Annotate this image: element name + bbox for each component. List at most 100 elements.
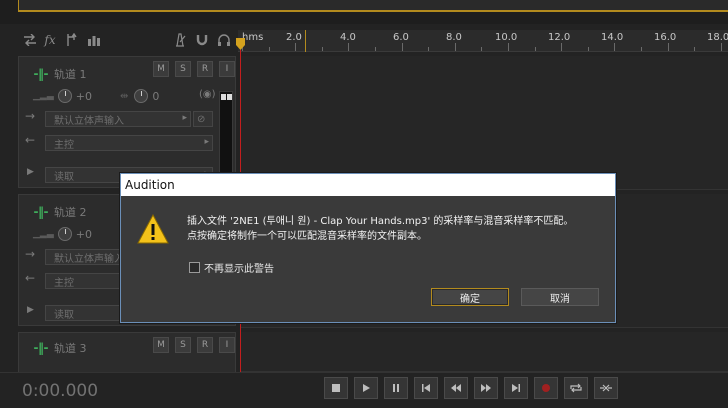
pan-knob[interactable] bbox=[134, 89, 149, 103]
headphones-icon[interactable] bbox=[214, 30, 234, 50]
stop-button[interactable] bbox=[324, 377, 348, 399]
ruler-tick: 6.0 bbox=[393, 32, 409, 43]
ruler-tickmark bbox=[694, 47, 696, 51]
output-select[interactable]: 主控 ▸ bbox=[45, 135, 213, 151]
input-select[interactable]: 默认立体声输入 ▸ bbox=[45, 111, 191, 127]
input-monitor-button[interactable]: I bbox=[219, 337, 235, 353]
ruler-unit-label: hms bbox=[242, 32, 264, 43]
go-to-start-button[interactable] bbox=[414, 377, 438, 399]
volume-knob[interactable] bbox=[57, 89, 72, 103]
play-icon bbox=[363, 384, 370, 392]
track-header-1[interactable]: ⁃‖⁃ 轨道 1 M S R I ▁▂▃ +0 ⇹ 0 (◉) → 默认立体声输… bbox=[18, 56, 236, 188]
output-arrow-icon: ← bbox=[25, 271, 36, 285]
dont-show-again-checkbox[interactable]: 不再显示此警告 bbox=[189, 260, 274, 275]
ruler-tick: 10.0 bbox=[495, 32, 518, 43]
expand-icon[interactable]: ▶ bbox=[27, 305, 34, 315]
pause-button[interactable] bbox=[384, 377, 408, 399]
input-arrow-icon: → bbox=[25, 109, 36, 123]
track-name[interactable]: 轨道 2 bbox=[54, 204, 87, 220]
input-select-value: 默认立体声输入 bbox=[54, 115, 124, 127]
track-toolbar: fx bbox=[18, 30, 236, 52]
ok-button[interactable]: 确定 bbox=[431, 288, 509, 306]
ruler-tickmark bbox=[720, 43, 722, 51]
volume-icon: ▁▂▃ bbox=[33, 91, 54, 101]
snap-icon[interactable] bbox=[192, 30, 212, 50]
track-name[interactable]: 轨道 1 bbox=[54, 66, 87, 82]
ruler-tick: 2.0 bbox=[286, 32, 302, 43]
ruler-tickmark bbox=[401, 43, 403, 51]
loop-icon bbox=[570, 383, 582, 393]
time-display: 0:00.000 bbox=[22, 381, 99, 401]
ruler-tickmark bbox=[454, 43, 456, 51]
volume-knob[interactable] bbox=[57, 227, 72, 241]
dialog-message-line2: 点按确定将制作一个可以匹配混音采样率的文件副本。 bbox=[187, 231, 427, 242]
ruler-tickmark bbox=[321, 47, 323, 51]
track-lane-1[interactable] bbox=[240, 56, 728, 190]
record-arm-button[interactable]: R bbox=[197, 337, 213, 353]
play-button[interactable] bbox=[354, 377, 378, 399]
record-arm-button[interactable]: R bbox=[197, 61, 213, 77]
record-button[interactable] bbox=[534, 377, 558, 399]
ruler-tickmark bbox=[534, 47, 536, 51]
output-select-value: 主控 bbox=[54, 139, 74, 151]
effects-icon[interactable]: fx bbox=[40, 30, 60, 50]
pan-value[interactable]: 0 bbox=[152, 90, 159, 103]
volume-value[interactable]: +0 bbox=[76, 90, 92, 103]
stereo-icon[interactable]: (◉) bbox=[199, 89, 216, 100]
output-select-value: 主控 bbox=[54, 277, 74, 289]
checkbox-label: 不再显示此警告 bbox=[204, 264, 274, 275]
input-arrow-icon: → bbox=[25, 247, 36, 261]
loop-button[interactable] bbox=[564, 377, 588, 399]
pause-icon bbox=[393, 384, 399, 392]
ruler-tickmark bbox=[375, 47, 376, 51]
ruler-tick: 18.0 bbox=[707, 32, 728, 43]
timeline-overview[interactable] bbox=[0, 0, 728, 24]
checkbox-box[interactable] bbox=[189, 262, 200, 273]
automation-mode-value: 读取 bbox=[54, 171, 74, 183]
mute-button[interactable]: M bbox=[153, 337, 169, 353]
dialog-message-line1: 插入文件 '2NE1 (투애니 원) - Clap Your Hands.mp3… bbox=[187, 216, 574, 227]
rewind-icon bbox=[451, 384, 461, 392]
input-select-value: 默认立体声输入 bbox=[54, 253, 124, 265]
volume-icon: ▁▂▃ bbox=[33, 229, 54, 239]
track-header-3[interactable]: ⁃‖⁃ 轨道 3 M S R I bbox=[18, 332, 236, 372]
skip-selection-button[interactable] bbox=[594, 377, 618, 399]
ruler-tickmark bbox=[428, 47, 430, 51]
dropdown-arrow-icon: ▸ bbox=[204, 137, 209, 147]
mute-button[interactable]: M bbox=[153, 61, 169, 77]
sends-icon[interactable] bbox=[62, 30, 82, 50]
selection-marker[interactable] bbox=[305, 30, 306, 52]
cancel-button[interactable]: 取消 bbox=[521, 288, 599, 306]
volume-value[interactable]: +0 bbox=[76, 228, 92, 241]
go-to-end-button[interactable] bbox=[504, 377, 528, 399]
bypass-icon[interactable]: ⊘ bbox=[193, 111, 213, 127]
waveform-icon: ⁃‖⁃ bbox=[33, 341, 49, 355]
metronome-icon[interactable] bbox=[170, 30, 190, 50]
ruler-tickmark bbox=[561, 43, 563, 51]
dialog-message: 插入文件 '2NE1 (투애니 원) - Clap Your Hands.mp3… bbox=[187, 214, 573, 244]
ruler-tick: 14.0 bbox=[601, 32, 624, 43]
ruler-tickmark bbox=[667, 43, 669, 51]
ruler-tickmark bbox=[481, 47, 483, 51]
time-ruler[interactable]: hms 2.0 4.0 6.0 8.0 10.0 12.0 14.0 16.0 … bbox=[238, 30, 728, 52]
rewind-button[interactable] bbox=[444, 377, 468, 399]
fast-forward-button[interactable] bbox=[474, 377, 498, 399]
dialog-title[interactable]: Audition bbox=[121, 174, 615, 196]
ruler-tickmark bbox=[268, 47, 270, 51]
track-name[interactable]: 轨道 3 bbox=[54, 340, 87, 356]
ruler-tickmark bbox=[641, 47, 642, 51]
expand-icon[interactable]: ▶ bbox=[27, 167, 34, 177]
input-monitor-button[interactable]: I bbox=[219, 61, 235, 77]
playhead-handle[interactable] bbox=[236, 38, 245, 50]
eq-icon[interactable] bbox=[84, 30, 104, 50]
overview-range[interactable] bbox=[18, 0, 728, 12]
ruler-tickmark bbox=[508, 43, 509, 51]
ruler-tick: 8.0 bbox=[446, 32, 462, 43]
ruler-tickmark bbox=[295, 43, 297, 51]
automation-mode-value: 读取 bbox=[54, 309, 74, 321]
track-lane-3[interactable] bbox=[240, 332, 728, 372]
skip-icon bbox=[600, 384, 612, 392]
swap-io-icon[interactable] bbox=[20, 30, 40, 50]
solo-button[interactable]: S bbox=[175, 61, 191, 77]
solo-button[interactable]: S bbox=[175, 337, 191, 353]
